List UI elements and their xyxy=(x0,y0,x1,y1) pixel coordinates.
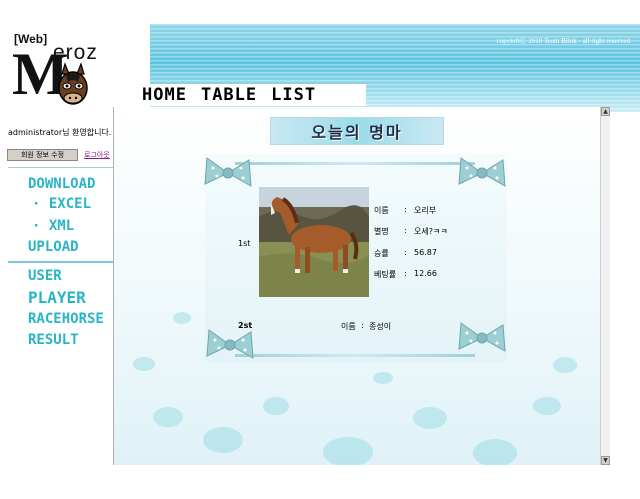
first-betrate-label: 베팅률 xyxy=(374,270,397,279)
header: [Web] M eroz copyleftⒸ 2010 Team Blink -… xyxy=(0,24,640,112)
bow-ribbon-icon xyxy=(206,329,254,359)
second-rank-label: 2st xyxy=(238,321,253,330)
content-border xyxy=(113,107,114,465)
nav-table[interactable]: TABLE xyxy=(201,85,257,105)
decor-bubble xyxy=(133,357,155,371)
first-name-value: 오리부 xyxy=(414,206,437,215)
decor-bubble xyxy=(413,407,447,429)
edit-profile-button[interactable]: 회원 정보 수정 xyxy=(7,149,78,161)
first-betrate-value: 12.66 xyxy=(414,269,437,278)
decor-bubble xyxy=(323,437,373,465)
first-winrate-colon: : xyxy=(404,248,407,257)
title-banner: 오늘의 명마 xyxy=(270,117,444,145)
sidebar-item-excel[interactable]: · EXCEL xyxy=(32,196,91,212)
decor-bubble xyxy=(153,407,183,427)
page-title: 오늘의 명마 xyxy=(311,123,403,142)
main-nav: HOME TABLE LIST xyxy=(138,84,366,106)
bow-ribbon-icon xyxy=(458,322,506,352)
scroll-down-button[interactable]: ▼ xyxy=(601,456,610,465)
first-nickname-value: 오세?ㅋㅋ xyxy=(414,227,448,236)
bow-ribbon-icon xyxy=(458,157,506,187)
welcome-message: administrator님 환영합니다. xyxy=(8,128,112,137)
card-bottom-line xyxy=(235,354,475,357)
decor-bubble xyxy=(533,397,561,415)
logout-link[interactable]: 로그아웃 xyxy=(84,150,110,160)
sidebar-item-user[interactable]: USER xyxy=(28,268,62,284)
decor-bubble xyxy=(473,439,517,465)
sidebar-item-result[interactable]: RESULT xyxy=(28,332,79,348)
first-nickname-colon: : xyxy=(404,226,407,235)
scroll-up-button[interactable]: ▲ xyxy=(601,107,610,116)
logo[interactable]: [Web] M eroz xyxy=(0,24,150,112)
content-frame: 오늘의 명마 1st 이름: 오리부 별명: 오세?ㅋㅋ 승률: 56.8… xyxy=(113,107,610,465)
copyright-text: copyleftⒸ 2010 Team Blink - all right re… xyxy=(496,37,630,45)
sidebar-divider xyxy=(8,167,113,168)
nav-home[interactable]: HOME xyxy=(142,85,187,105)
decor-bubble xyxy=(203,427,243,453)
decor-bubble xyxy=(263,397,289,415)
sidebar-divider-mid xyxy=(8,261,113,263)
sidebar-item-upload[interactable]: UPLOAD xyxy=(28,239,79,255)
card-top-line xyxy=(235,162,475,165)
first-name-label: 이름 xyxy=(374,206,389,215)
decor-bubble xyxy=(373,372,393,384)
content-scrollbar[interactable]: ▲ ▼ xyxy=(600,107,610,465)
horse-head-icon xyxy=(58,62,88,105)
first-winrate-label: 승률 xyxy=(374,249,389,258)
sidebar-item-download[interactable]: DOWNLOAD xyxy=(28,176,95,192)
nav-list[interactable]: LIST xyxy=(271,85,316,105)
first-winrate-value: 56.87 xyxy=(414,248,437,257)
first-nickname-label: 별명 xyxy=(374,227,389,236)
sidebar-item-xml[interactable]: · XML xyxy=(32,218,74,234)
first-rank-label: 1st xyxy=(238,239,251,248)
second-name-label: 이름 xyxy=(341,322,356,331)
second-name-value: 종성이 xyxy=(369,322,392,331)
horse-photo xyxy=(259,187,369,297)
decor-bubble xyxy=(173,312,191,324)
sidebar-item-racehorse[interactable]: RACEHORSE xyxy=(28,311,104,327)
first-name-colon: : xyxy=(404,205,407,214)
sidebar: administrator님 환영합니다. 회원 정보 수정 로그아웃 DOWN… xyxy=(0,112,113,499)
decor-bubble xyxy=(553,357,577,373)
bow-ribbon-icon xyxy=(204,157,252,187)
sidebar-item-player[interactable]: PLAYER xyxy=(28,288,86,307)
second-name-colon: : xyxy=(361,321,364,330)
first-betrate-colon: : xyxy=(404,269,407,278)
